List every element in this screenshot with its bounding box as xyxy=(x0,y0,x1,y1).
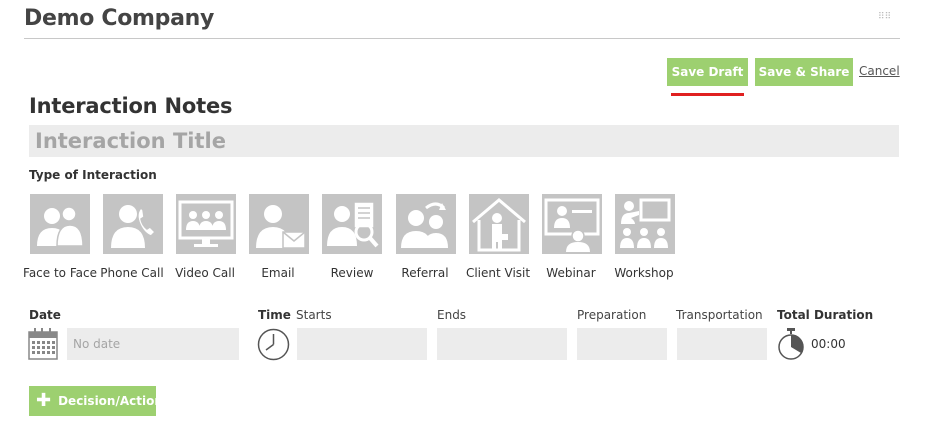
face-to-face-tile[interactable] xyxy=(30,194,90,254)
cancel-link[interactable]: Cancel xyxy=(859,64,900,78)
preparation-label: Preparation xyxy=(577,308,647,322)
transportation-input[interactable] xyxy=(677,328,767,360)
total-duration-label: Total Duration xyxy=(777,308,874,322)
review-label: Review xyxy=(330,266,374,280)
client-visit-icon xyxy=(472,198,526,252)
transportation-label: Transportation xyxy=(676,308,763,322)
webinar-tile[interactable] xyxy=(542,194,602,254)
date-input[interactable] xyxy=(67,328,239,360)
header-divider xyxy=(24,38,900,39)
email-icon xyxy=(256,205,306,249)
preparation-input[interactable] xyxy=(577,328,667,360)
phone-call-label: Phone Call xyxy=(100,266,164,280)
webinar-label: Webinar xyxy=(546,266,596,280)
interaction-title-input[interactable] xyxy=(29,125,899,157)
client-visit-label: Client Visit xyxy=(465,266,531,280)
clock-icon xyxy=(257,328,290,361)
time-label: Time xyxy=(258,308,291,322)
phone-call-icon xyxy=(111,205,157,248)
ends-label: Ends xyxy=(437,308,467,322)
save-draft-highlight xyxy=(671,93,744,96)
face-to-face-icon xyxy=(37,206,84,247)
calendar-icon[interactable] xyxy=(28,327,58,361)
workshop-icon xyxy=(620,198,671,248)
total-duration-value: 00:00 xyxy=(811,337,846,351)
ends-input[interactable] xyxy=(437,328,567,360)
starts-label: Starts xyxy=(296,308,332,322)
client-visit-tile[interactable] xyxy=(469,194,529,254)
save-draft-button[interactable]: Save Draft xyxy=(667,58,748,86)
workshop-tile[interactable] xyxy=(615,194,675,254)
video-call-label: Video Call xyxy=(175,266,235,280)
stopwatch-icon xyxy=(778,328,804,360)
referral-label: Referral xyxy=(401,266,449,280)
face-to-face-label: Face to Face xyxy=(23,266,97,280)
workshop-label: Workshop xyxy=(614,266,674,280)
menu-icon[interactable]: ⠿⠿ xyxy=(878,12,891,22)
referral-icon xyxy=(401,202,448,248)
review-tile[interactable] xyxy=(322,194,382,254)
video-call-tile[interactable] xyxy=(176,194,236,254)
date-label: Date xyxy=(29,308,61,322)
video-call-icon xyxy=(178,200,234,247)
company-name: Demo Company xyxy=(24,6,215,31)
referral-tile[interactable] xyxy=(396,194,456,254)
decision-action-label: Decision/Action xyxy=(58,394,163,408)
starts-input[interactable] xyxy=(297,328,427,360)
decision-action-button[interactable]: ✚ Decision/Action xyxy=(29,386,163,416)
type-of-interaction-label: Type of Interaction xyxy=(29,168,157,182)
email-label: Email xyxy=(261,266,295,280)
webinar-icon xyxy=(544,198,600,252)
phone-call-tile[interactable] xyxy=(103,194,163,254)
review-icon xyxy=(327,201,379,248)
save-share-button[interactable]: Save & Share xyxy=(755,58,853,86)
email-tile[interactable] xyxy=(249,194,309,254)
plus-icon: ✚ xyxy=(36,390,52,411)
section-title: Interaction Notes xyxy=(29,94,233,118)
